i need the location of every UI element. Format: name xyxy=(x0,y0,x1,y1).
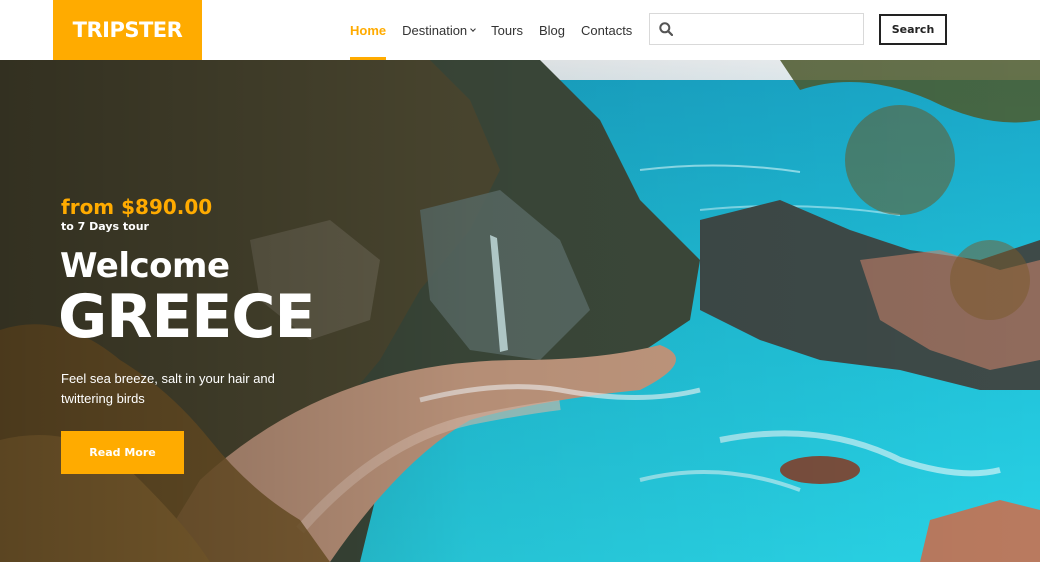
search-icon xyxy=(659,22,673,36)
brand-logo[interactable]: TRIPSTER xyxy=(53,0,202,60)
nav-item-contacts[interactable]: Contacts xyxy=(581,0,632,60)
main-nav: Home Destination Tours Blog Contacts xyxy=(350,0,648,60)
nav-item-label: Destination xyxy=(402,22,468,38)
search-box xyxy=(649,13,864,45)
site-header: TRIPSTER Home Destination Tours Blog Con… xyxy=(0,0,1040,60)
search-button[interactable]: Search xyxy=(879,14,947,45)
tour-price: from $890.00 xyxy=(61,195,213,219)
hero-destination-title: GREECE xyxy=(58,282,315,352)
nav-item-label: Contacts xyxy=(581,22,633,38)
nav-item-blog[interactable]: Blog xyxy=(539,0,565,60)
read-more-button[interactable]: Read More xyxy=(61,431,184,474)
nav-item-destination[interactable]: Destination xyxy=(402,0,477,60)
nav-item-label: Blog xyxy=(538,22,565,38)
brand-name: TRIPSTER xyxy=(72,18,183,42)
tour-duration: to 7 Days tour xyxy=(61,220,149,233)
nav-item-tours[interactable]: Tours xyxy=(491,0,523,60)
hero-welcome: Welcome xyxy=(60,246,230,286)
hero-banner: from $890.00 to 7 Days tour Welcome GREE… xyxy=(0,60,1040,562)
nav-item-home[interactable]: Home xyxy=(350,0,387,60)
search-input[interactable] xyxy=(680,14,860,44)
nav-item-label: Home xyxy=(350,22,387,38)
nav-item-label: Tours xyxy=(491,22,523,38)
chevron-down-icon xyxy=(470,25,477,32)
hero-tagline: Feel sea breeze, salt in your hair and t… xyxy=(61,371,275,406)
